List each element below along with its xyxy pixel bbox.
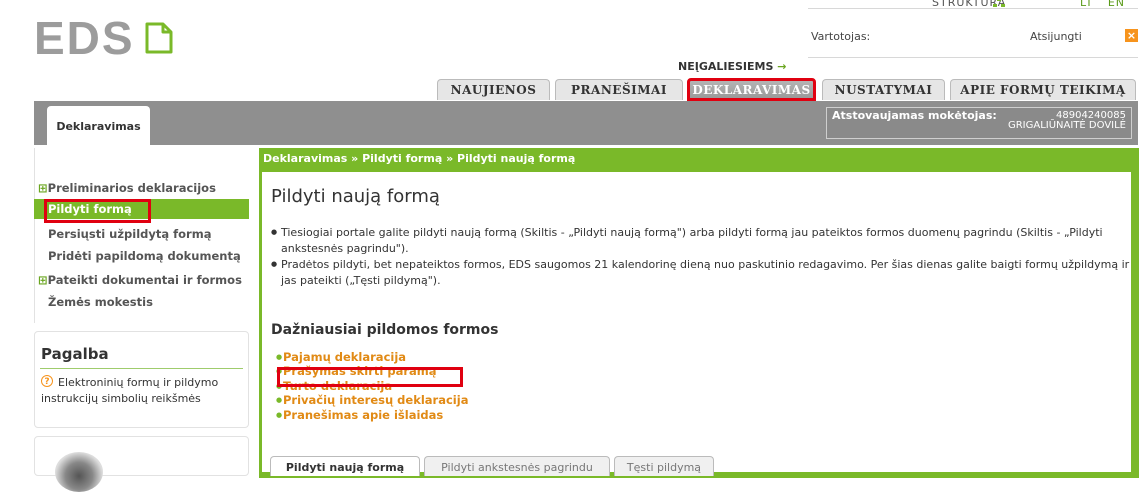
form-link-privaciu-interesu[interactable]: Privačių interesų deklaracija [276, 393, 468, 408]
arrow-right-icon: → [777, 60, 787, 73]
sidebar-item-prideti[interactable]: Pridėti papildomą dokumentą [48, 249, 241, 263]
lang-lt-link[interactable]: LT [1080, 0, 1093, 9]
tab-apie-formu-teikima[interactable]: APIE FORMŲ TEIKIMĄ [950, 79, 1136, 100]
tab-testi-pildyma[interactable]: Tęsti pildymą [614, 456, 714, 476]
tab-pildyti-ankstesnes[interactable]: Pildyti ankstesnės pagrindu [424, 456, 610, 476]
header-divider-2 [808, 57, 1138, 58]
info-list: Tiesiogiai portale galite pildyti naują … [271, 225, 1131, 289]
highlight-box [277, 367, 463, 387]
highlight-box [44, 199, 151, 223]
document-icon [145, 22, 173, 54]
help-icon: ? [41, 375, 53, 387]
expand-icon[interactable]: ⊞ [38, 273, 48, 287]
pagalba-link[interactable]: Elektroninių formų ir pildymo instrukcij… [41, 375, 241, 407]
neigaliesiems-label: NEĮGALIESIEMS [678, 60, 774, 73]
vartotojas-label: Vartotojas: [811, 30, 871, 43]
form-link-pajamu-deklaracija[interactable]: Pajamų deklaracija [276, 350, 468, 365]
tab-nustatymai[interactable]: NUSTATYMAI [822, 79, 945, 100]
form-link-pranesimas-apie-islaidas[interactable]: Pranešimas apie išlaidas [276, 408, 468, 423]
language-switch: LT EN [1070, 0, 1125, 9]
frequent-forms-title: Dažniausiai pildomos formos [271, 322, 499, 338]
sidebar-item-label: Pateikti dokumentai ir formos [47, 273, 242, 287]
page-title: Pildyti naują formą [271, 186, 440, 207]
sidebar-item-zemes-mokestis[interactable]: Žemės mokestis [48, 295, 153, 309]
expand-icon[interactable]: ⊞ [38, 181, 48, 195]
neigaliesiems-link[interactable]: NEĮGALIESIEMS → [678, 60, 786, 73]
tab-deklaravimas-sub[interactable]: Deklaravimas [47, 106, 150, 145]
sidebar-item-pateikti[interactable]: ⊞Pateikti dokumentai ir formos [38, 273, 242, 287]
info-item: Tiesiogiai portale galite pildyti naują … [271, 225, 1131, 256]
tab-deklaravimas[interactable]: DEKLARAVIMAS [687, 78, 816, 101]
info-item: Pradėtos pildyti, bet nepateiktos formos… [271, 257, 1131, 288]
lang-en-link[interactable]: EN [1108, 0, 1125, 9]
sidebar-item-label: Preliminarios deklaracijos [47, 181, 216, 195]
atstovaujamas-name: GRIGALIŪNAITĖ DOVILĖ [1007, 120, 1126, 131]
logout-icon[interactable]: × [1125, 29, 1138, 42]
sidebar-item-preliminarios[interactable]: ⊞Preliminarios deklaracijos [38, 181, 216, 195]
sidebar-item-persiusti[interactable]: Persiųsti užpildytą formą [48, 227, 211, 241]
tab-pranesimai[interactable]: PRANEŠIMAI [555, 79, 683, 100]
avatar [55, 452, 103, 492]
breadcrumb: Deklaravimas » Pildyti formą » Pildyti n… [263, 152, 576, 165]
atsijungti-link[interactable]: Atsijungti [1030, 30, 1082, 43]
tab-pildyti-nauja-forma[interactable]: Pildyti naują formą [270, 456, 420, 476]
eds-logo[interactable]: EDS [34, 14, 135, 62]
tab-naujienos[interactable]: NAUJIENOS [437, 79, 550, 100]
pagalba-divider [40, 368, 243, 369]
sitemap-icon [993, 0, 1005, 7]
pagalba-title: Pagalba [41, 345, 109, 363]
